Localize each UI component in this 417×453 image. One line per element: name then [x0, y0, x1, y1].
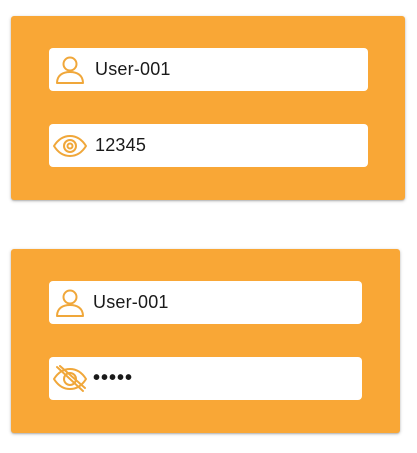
username-value[interactable]: User-001	[93, 292, 333, 313]
login-card-password-visible: User-001 12345	[11, 16, 405, 200]
username-field[interactable]: User-001	[49, 281, 362, 324]
password-field[interactable]: •••••	[49, 357, 362, 400]
login-card-password-hidden: User-001 •••••	[11, 249, 400, 433]
password-value[interactable]: •••••	[93, 367, 333, 390]
password-field[interactable]: 12345	[49, 124, 368, 167]
password-value[interactable]: 12345	[95, 135, 335, 156]
eye-off-icon[interactable]	[51, 360, 89, 398]
page: User-001 12345 User-001 •••••	[0, 0, 417, 453]
user-icon	[51, 284, 89, 322]
eye-icon[interactable]	[51, 127, 89, 165]
user-icon	[51, 51, 89, 89]
username-field[interactable]: User-001	[49, 48, 368, 91]
username-value[interactable]: User-001	[95, 59, 335, 80]
